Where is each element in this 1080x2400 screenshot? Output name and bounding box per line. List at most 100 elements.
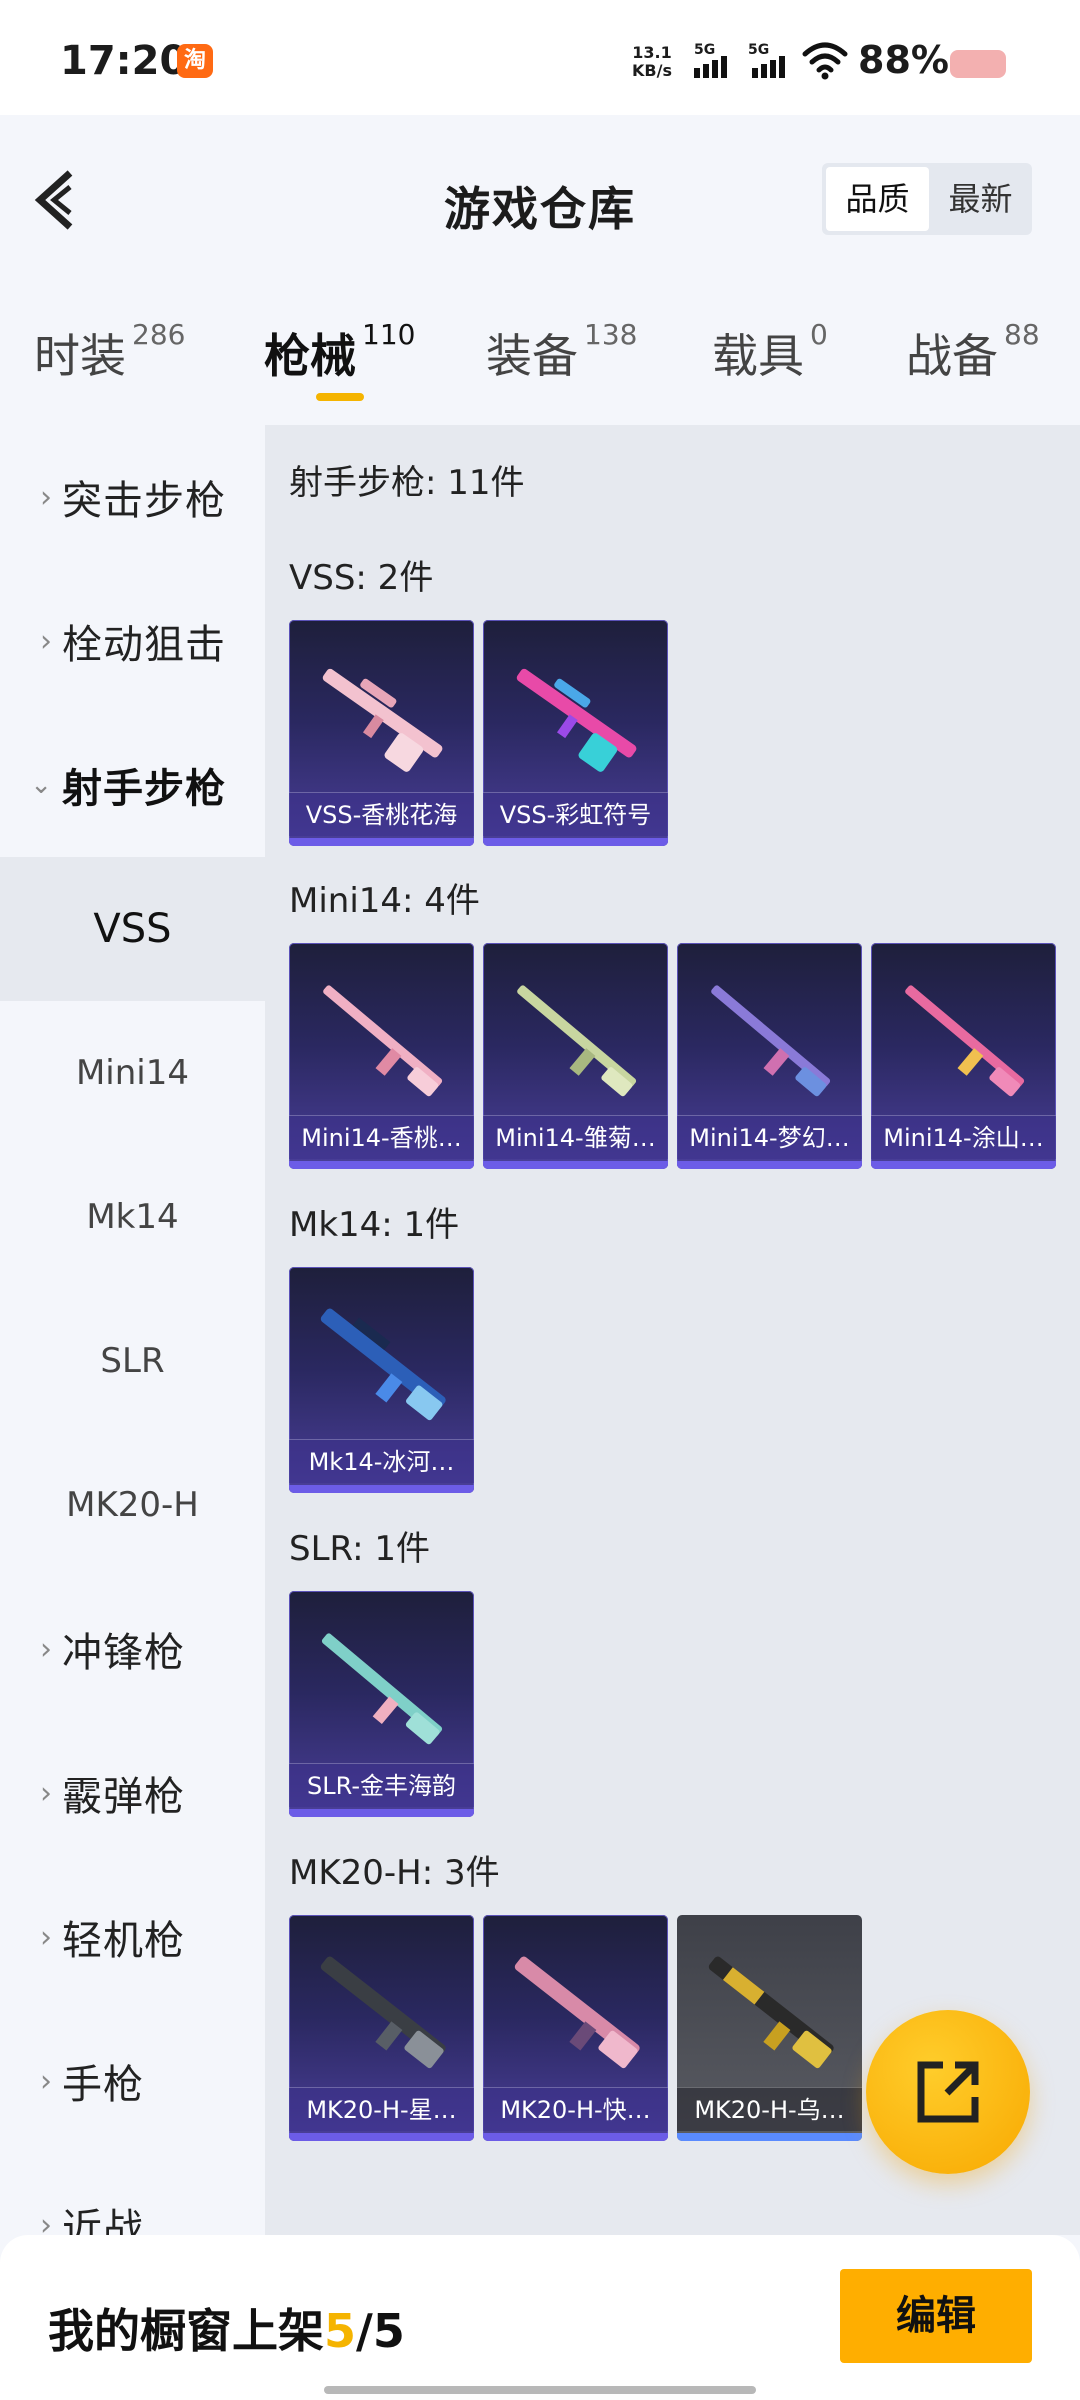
share-button[interactable] (866, 2010, 1030, 2174)
skin-card[interactable]: VSS-彩虹符号 (483, 620, 668, 846)
group-title-mk14: Mk14: 1件 (289, 1205, 460, 1245)
tab-count: 0 (810, 318, 828, 351)
taobao-app-icon: 淘 (177, 44, 213, 78)
mk20h-rifle-icon (708, 1956, 834, 2069)
sidebar-item-label: 射手步枪 (62, 766, 226, 812)
sidebar-item-bolt-sniper[interactable]: › 栓动狙击 (0, 569, 265, 713)
edit-button[interactable]: 编辑 (840, 2269, 1032, 2363)
chevron-right-icon: › (40, 2063, 52, 2099)
status-bar: 17:20 淘 13.1 KB/s 5G 5G 88% (0, 0, 1080, 115)
group-title-vss: VSS: 2件 (289, 558, 434, 598)
rarity-bar (289, 838, 474, 846)
tab-label: 时装 (34, 329, 126, 383)
rarity-bar (289, 1161, 474, 1169)
sidebar-item-marksman-rifle[interactable]: ⌄ 射手步枪 (0, 713, 265, 857)
sidebar-sub-mk20h[interactable]: MK20-H (0, 1433, 265, 1577)
chevron-right-icon: › (40, 1775, 52, 1811)
mk14-rifle-icon (320, 1308, 446, 1421)
sidebar-sub-mk14[interactable]: Mk14 (0, 1145, 265, 1289)
share-icon (917, 2061, 979, 2123)
chevron-right-icon: › (40, 1919, 52, 1955)
sidebar-sub-mini14[interactable]: Mini14 (0, 1001, 265, 1145)
tab-equipment[interactable]: 装备 138 (486, 318, 638, 386)
skin-name: MK20-H-快… (483, 2087, 668, 2131)
skin-card[interactable]: Mini14-梦幻… (677, 943, 862, 1169)
sidebar-sub-slr[interactable]: SLR (0, 1289, 265, 1433)
slr-rifle-icon (321, 1633, 443, 1745)
sidebar-item-label: 近战 (62, 2206, 144, 2235)
battery-percent: 88% (858, 38, 949, 82)
group-title-mini14: Mini14: 4件 (289, 881, 480, 921)
skin-card[interactable]: MK20-H-快… (483, 1915, 668, 2141)
vss-rifle-icon (322, 668, 443, 772)
vss-rifle-icon (516, 668, 637, 772)
sidebar-item-label: 手枪 (62, 2062, 144, 2108)
mk20h-rifle-icon (320, 1956, 446, 2069)
battery-icon (950, 50, 1006, 78)
showcase-used: 5 (324, 2304, 357, 2358)
skin-name: Mini14-雏菊… (483, 1115, 668, 1159)
rarity-bar (871, 1161, 1056, 1169)
sidebar-item-smg[interactable]: › 冲锋枪 (0, 1577, 265, 1721)
skin-card[interactable]: MK20-H-星… (289, 1915, 474, 2141)
sidebar-item-label: 栓动狙击 (62, 622, 226, 668)
skin-name: MK20-H-乌… (677, 2087, 862, 2131)
skin-card[interactable]: Mk14-冰河… (289, 1267, 474, 1493)
rarity-bar (483, 1161, 668, 1169)
chevron-right-icon: › (40, 2207, 52, 2236)
skin-name: SLR-金丰海韵 (289, 1763, 474, 1807)
sidebar-item-label: 轻机枪 (62, 1918, 185, 1964)
skin-card[interactable]: SLR-金丰海韵 (289, 1591, 474, 1817)
tab-weapons[interactable]: 枪械 110 (264, 318, 416, 386)
page-header: 游戏仓库 品质 最新 (0, 115, 1080, 290)
skin-name: MK20-H-星… (289, 2087, 474, 2131)
sidebar-item-lmg[interactable]: › 轻机枪 (0, 1865, 265, 2009)
mini14-rifle-icon (711, 985, 831, 1097)
tab-count: 110 (362, 318, 416, 351)
skin-card[interactable]: VSS-香桃花海 (289, 620, 474, 846)
tab-count: 138 (584, 318, 638, 351)
skin-name: Mini14-涂山… (871, 1115, 1056, 1159)
signal-1-icon (694, 56, 727, 78)
rarity-bar (289, 1485, 474, 1493)
sort-quality-button[interactable]: 品质 (826, 167, 929, 231)
status-time: 17:20 (60, 38, 188, 84)
group-title-mk20h: MK20-H: 3件 (289, 1853, 500, 1893)
sidebar-item-pistol[interactable]: › 手枪 (0, 2009, 265, 2153)
sidebar-item-melee[interactable]: › 近战 (0, 2153, 265, 2235)
showcase-sep: / (356, 2304, 373, 2358)
skin-card[interactable]: Mini14-香桃… (289, 943, 474, 1169)
mini14-rifle-icon (905, 985, 1025, 1097)
sort-toggle: 品质 最新 (822, 163, 1032, 235)
home-indicator[interactable] (324, 2386, 756, 2394)
bottom-bar: 我的橱窗上架5/5 编辑 (0, 2235, 1080, 2400)
tab-vehicles[interactable]: 载具 0 (712, 318, 828, 386)
weapon-skin-list: 射手步枪: 11件 VSS: 2件 VSS-香桃花海 VSS-彩虹符号 Mini… (265, 425, 1080, 2235)
mini14-rifle-icon (323, 985, 443, 1097)
rarity-bar (289, 1809, 474, 1817)
skin-name: Mk14-冰河… (289, 1439, 474, 1483)
rarity-bar (677, 2133, 862, 2141)
tab-label: 战备 (906, 329, 998, 383)
showcase-count: 我的橱窗上架5/5 (48, 2295, 405, 2361)
rarity-bar (483, 838, 668, 846)
showcase-label: 我的橱窗上架 (48, 2304, 324, 2358)
skin-name: Mini14-香桃… (289, 1115, 474, 1159)
skin-card[interactable]: Mini14-雏菊… (483, 943, 668, 1169)
tab-supplies[interactable]: 战备 88 (906, 318, 1040, 386)
skin-card[interactable]: Mini14-涂山… (871, 943, 1056, 1169)
tab-costume[interactable]: 时装 286 (34, 318, 185, 386)
mini14-rifle-icon (517, 985, 637, 1097)
rarity-bar (289, 2133, 474, 2141)
network-speed-value: 13.1 (632, 43, 672, 62)
skin-name: VSS-彩虹符号 (483, 792, 668, 836)
sidebar-item-assault-rifle[interactable]: › 突击步枪 (0, 425, 265, 569)
skin-card[interactable]: MK20-H-乌… (677, 1915, 862, 2141)
sidebar-sub-vss[interactable]: VSS (0, 857, 265, 1001)
sidebar-item-shotgun[interactable]: › 霰弹枪 (0, 1721, 265, 1865)
signal-2-icon (752, 56, 785, 78)
mk20h-rifle-icon (514, 1956, 640, 2069)
chevron-right-icon: › (40, 623, 52, 659)
tab-count: 88 (1004, 318, 1040, 351)
sort-newest-button[interactable]: 最新 (929, 163, 1032, 235)
